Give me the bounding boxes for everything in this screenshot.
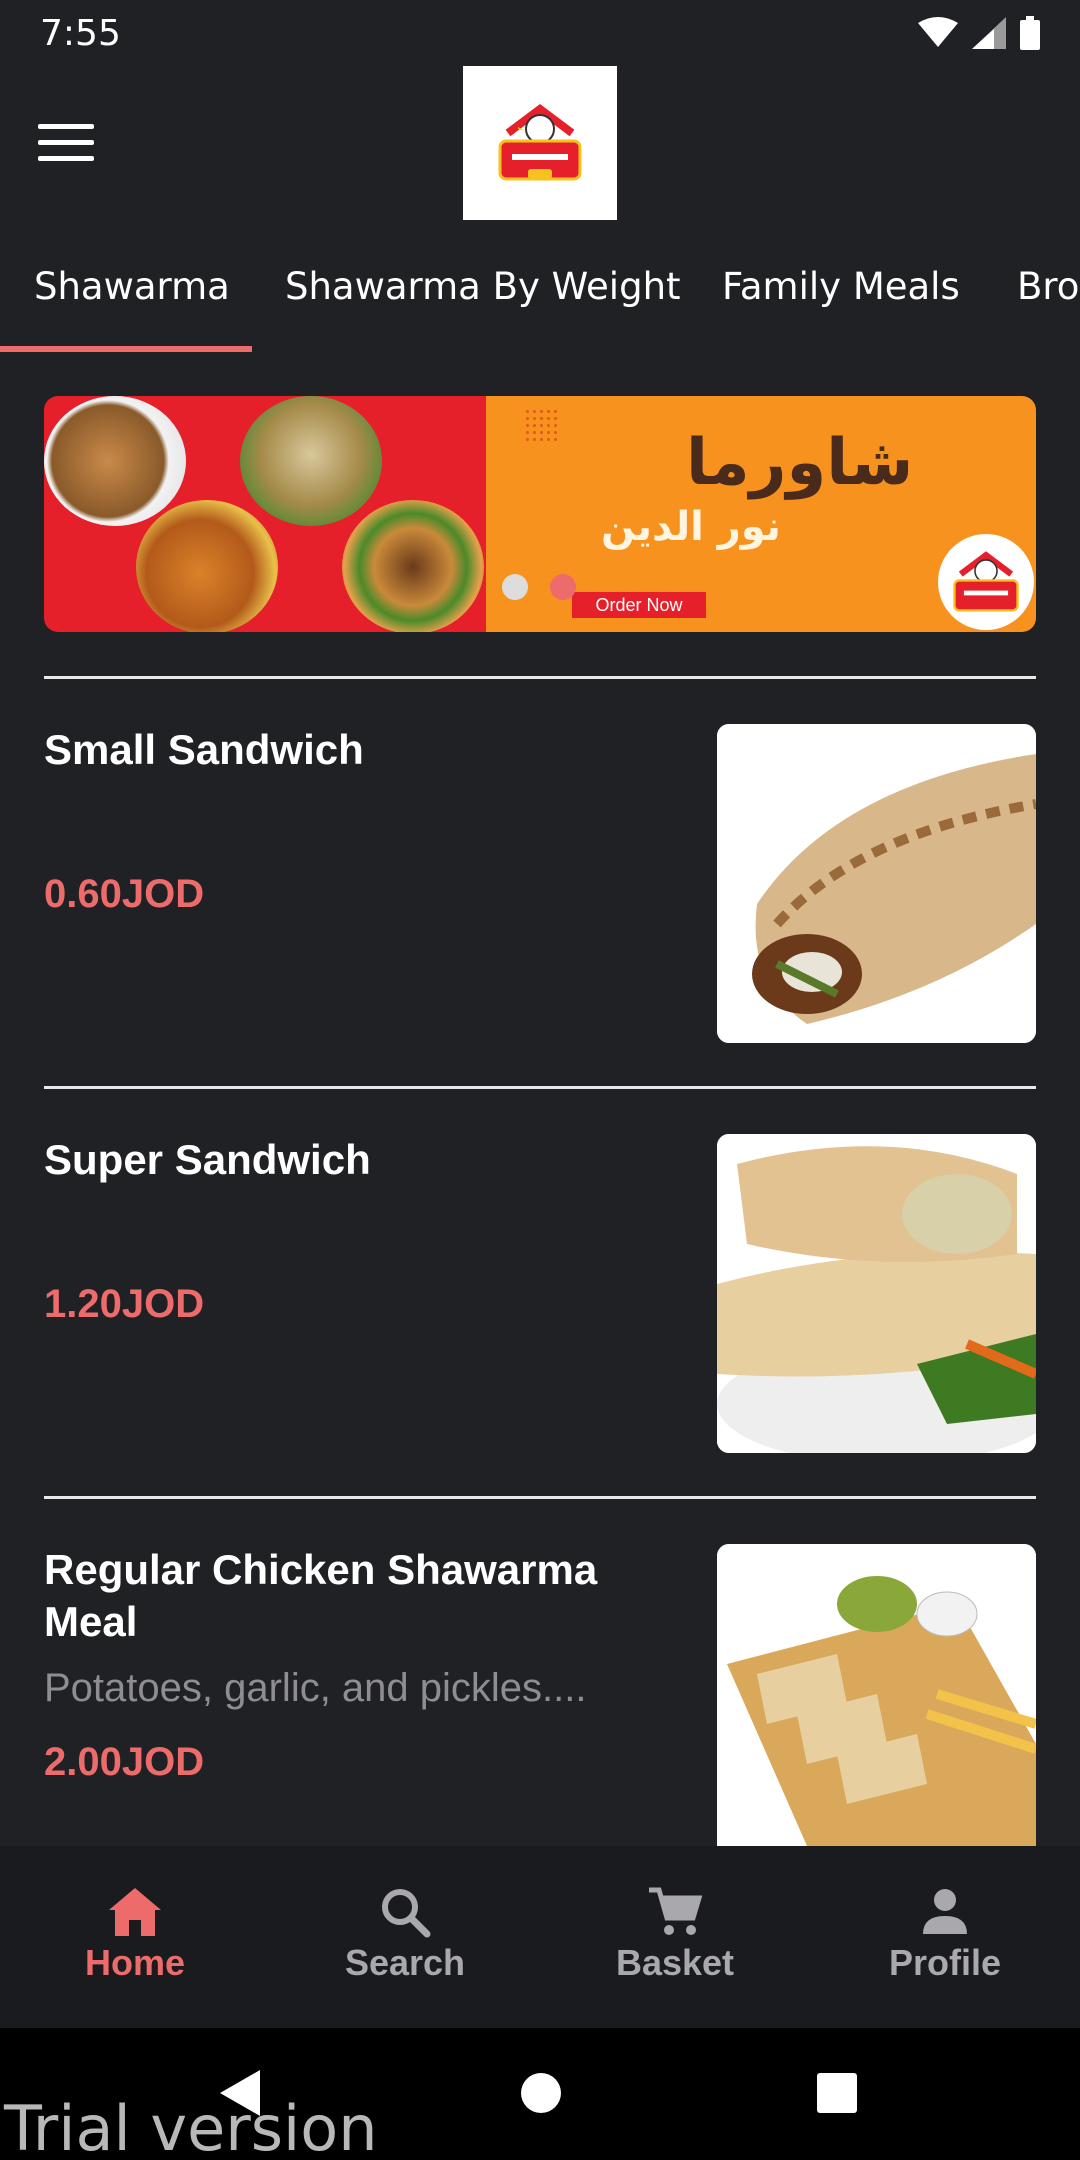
tab-shawarma[interactable]: Shawarma [34, 222, 230, 352]
food-photo-shawarma-plate [44, 396, 186, 526]
nav-home-label: Home [84, 1942, 186, 1983]
status-bar: 7:55 [0, 0, 1080, 66]
item-image-super-sandwich [717, 1134, 1036, 1453]
hamburger-menu-icon[interactable] [38, 124, 94, 164]
banner-title: شاورما [686, 426, 914, 500]
tab-broasted[interactable]: Bro [1017, 222, 1079, 352]
nav-search-label: Search [344, 1942, 466, 1983]
item-title: Small Sandwich [44, 726, 364, 773]
status-time: 7:55 [40, 12, 121, 54]
category-tabs: Shawarma Shawarma By Weight Family Meals… [0, 222, 1080, 352]
nav-search[interactable]: Search [270, 1846, 540, 2028]
status-icons [918, 16, 1040, 50]
food-photo-burger [342, 500, 484, 632]
recents-square-icon[interactable] [816, 2072, 858, 2114]
app-bar [0, 66, 1080, 222]
item-price: 2.00JOD [44, 1740, 205, 1784]
tab-family-meals[interactable]: Family Meals [722, 222, 960, 352]
bottom-navigation: Home Search Basket Profile [0, 1846, 1080, 2028]
trial-watermark: Trial version [4, 2092, 378, 2160]
nav-basket[interactable]: Basket [540, 1846, 810, 2028]
restaurant-logo [463, 66, 617, 220]
item-price: 0.60JOD [44, 872, 205, 916]
wifi-icon [918, 17, 958, 47]
cell-signal-icon [972, 17, 1006, 49]
tab-shawarma-by-weight[interactable]: Shawarma By Weight [285, 222, 681, 352]
search-icon [382, 1889, 431, 1938]
order-now-button[interactable]: Order Now [572, 592, 706, 618]
banner-subtitle: نور الدين [601, 504, 781, 550]
divider [44, 1496, 1036, 1499]
decorative-dots [524, 408, 558, 442]
item-image-shawarma-meal [717, 1544, 1036, 1846]
active-tab-indicator [0, 346, 252, 352]
nav-home[interactable]: Home [0, 1846, 270, 2028]
carousel-dot-1[interactable] [502, 574, 528, 600]
menu-item-regular-chicken-shawarma-meal[interactable]: Regular Chicken Shawarma Meal Potatoes, … [44, 1544, 1036, 1846]
menu-item-small-sandwich[interactable]: Small Sandwich 0.60JOD [44, 724, 1036, 1044]
nav-basket-label: Basket [615, 1942, 735, 1983]
item-price: 1.20JOD [44, 1282, 205, 1326]
home-icon [109, 1888, 161, 1936]
item-description: Potatoes, garlic, and pickles.... [44, 1666, 587, 1710]
banner-food-collage [44, 396, 486, 632]
banner-logo [938, 534, 1034, 630]
carousel-dot-2[interactable] [550, 574, 576, 600]
item-title: Regular Chicken Shawarma Meal [44, 1546, 598, 1645]
food-photo-sandwich-slices [240, 396, 382, 526]
item-image-small-sandwich [717, 724, 1036, 1043]
nav-profile[interactable]: Profile [810, 1846, 1080, 2028]
cart-icon [649, 1887, 703, 1935]
promo-banner[interactable]: شاورما نور الدين Order Now [44, 396, 1036, 632]
home-circle-icon[interactable] [520, 2072, 562, 2114]
menu-item-super-sandwich[interactable]: Super Sandwich 1.20JOD [44, 1134, 1036, 1454]
battery-icon [1020, 16, 1040, 50]
divider [44, 676, 1036, 679]
food-photo-fried-chicken [136, 500, 278, 632]
person-icon [923, 1889, 967, 1934]
nav-profile-label: Profile [888, 1942, 1002, 1983]
divider [44, 1086, 1036, 1089]
item-title: Super Sandwich [44, 1136, 371, 1183]
